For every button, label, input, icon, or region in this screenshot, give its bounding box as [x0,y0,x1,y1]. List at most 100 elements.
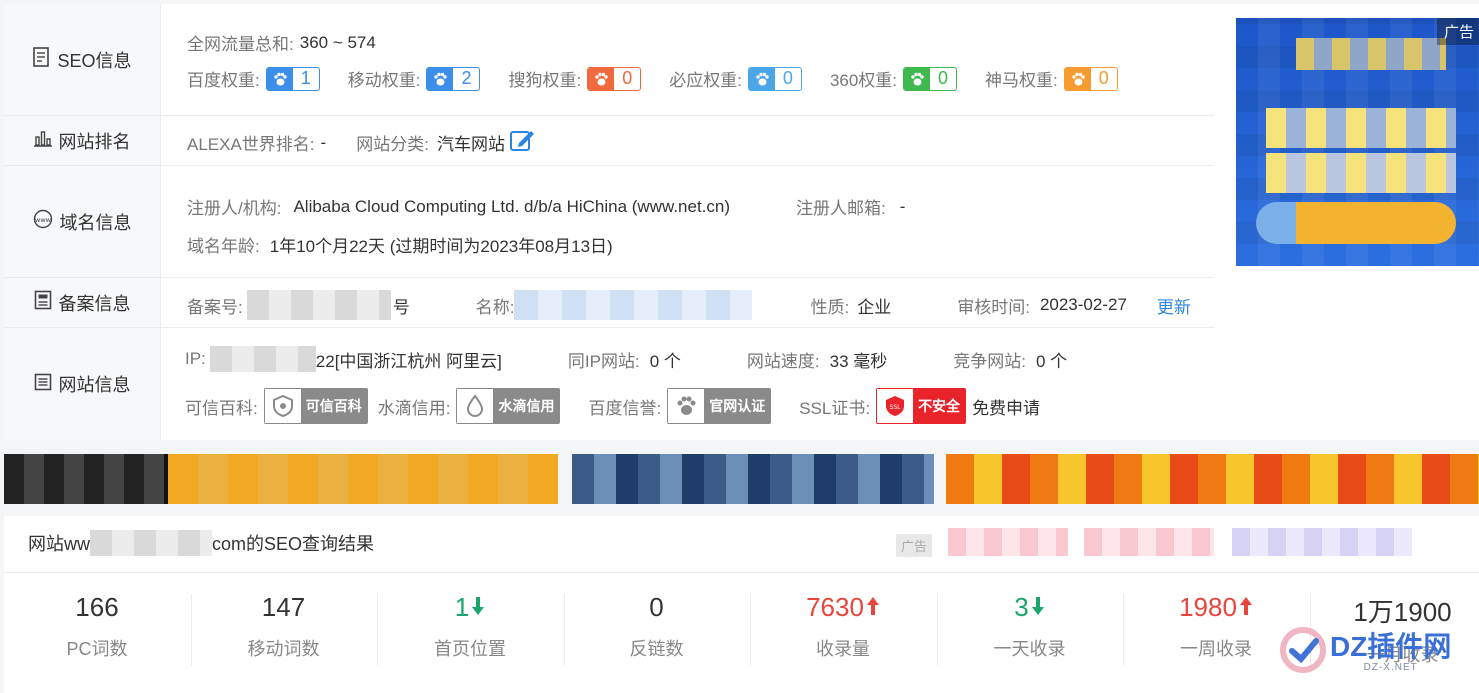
stat-item[interactable]: 7630 收录量 [750,592,936,661]
weights-line: 百度权重: 1 移动权重: 2 搜狗权重: 0 必应权重: 0 360权重: 0 神马权重: 0 [187,66,1118,91]
stat-number: 3 [937,592,1123,623]
registrant-value: Alibaba Cloud Computing Ltd. d/b/a HiChi… [293,196,731,216]
text-ad-label: 广告 [896,534,933,557]
weight-label: 搜狗权重: [508,71,582,90]
bar-chart-icon [33,129,52,152]
side-advertisement[interactable]: 广告 [1236,18,1479,266]
email-label: 注册人邮箱: [796,199,886,218]
stat-divider [750,594,751,666]
shuidi-label: 水滴信用: [377,398,451,418]
arrow-up-icon [866,592,880,623]
icp-name-label: 名称: [475,297,515,317]
paw-icon [266,67,293,90]
age-value: 1年10个月22天 (过期时间为2023年08月13日) [269,237,613,256]
stat-item[interactable]: 147 移动词数 [191,592,377,661]
ip-redacted [209,346,316,372]
weight-value: 0 [782,68,793,88]
registrant-label: 注册人/机构: [187,199,282,218]
sogou-icon [588,67,615,90]
arrow-down-icon [1031,592,1045,623]
stat-value: 3 [1014,592,1029,622]
speed-label: 网站速度: [746,351,820,371]
360-icon [904,67,931,90]
arrow-up-icon [1239,592,1253,623]
edit-icon[interactable] [509,128,535,157]
kexin-badge-text: 可信百科 [305,398,362,414]
weight-badge[interactable]: 2 [426,66,481,91]
rank-title: 网站排名 [58,131,131,152]
stat-label: PC词数 [66,639,128,659]
svg-text:www: www [35,216,52,224]
banner-ad-1[interactable] [4,454,558,504]
weight-value: 0 [1098,68,1109,88]
ad-mosaic-top [1296,38,1446,70]
ad-mosaic-button [1256,202,1456,244]
domain-redacted [90,530,212,556]
stat-item[interactable]: 0 反链数 [564,592,750,661]
text-ad-2[interactable] [1084,528,1214,556]
age-label: 域名年龄: [187,237,260,256]
icp-row: 备案信息 备案号: 号 名称: 性质: 企业 审核时间: 2023-02-27 … [4,278,1214,328]
water-drop-icon [456,388,495,424]
icp-number-suffix: 号 [392,297,410,317]
banner-ad-2[interactable] [572,454,934,504]
shuidi-badge-text: 水滴信用 [498,398,555,414]
ssl-badge-text: 不安全 [918,398,961,414]
baidu-trust-badge-text: 官网认证 [709,398,766,414]
results-divider [4,572,1479,573]
ssl-apply-link[interactable]: 免费申请 [972,394,1040,419]
ad-mosaic-mid [1266,108,1456,148]
stat-item[interactable]: 1 首页位置 [377,592,563,661]
weight-badge[interactable]: 0 [903,66,958,91]
text-ad-1[interactable] [948,528,1068,556]
banner-ad-3[interactable] [946,454,1479,504]
icp-name-redacted [514,290,753,320]
stat-value: 1 [454,592,470,622]
site-info-header: 网站信息 [4,328,161,440]
speed-value: 33 毫秒 [829,351,888,371]
seo-info-row: SEO信息 全网流量总和: 360 ~ 574 百度权重: 1 移动权重: 2 搜狗权重… [4,4,1214,116]
stat-item[interactable]: 3 一天收录 [937,592,1123,661]
stat-item[interactable]: 166 PC词数 [4,592,190,661]
ip-location: 22[中国浙江杭州 阿里云] [315,351,502,371]
shuidi-badge[interactable]: 水滴信用 [456,388,561,424]
update-link[interactable]: 更新 [1157,293,1191,318]
record-icon [34,290,52,315]
stat-value: 1980 [1179,592,1237,622]
stat-label: 反链数 [629,639,684,659]
trust-line: 可信百科: 可信百科 水滴信用: 水滴信用 百度信誉: 官网认证 SSL证书: [185,388,1040,424]
baidu-trust-badge[interactable]: 官网认证 [667,388,772,424]
compete-label: 竞争网站: [953,351,1026,371]
kexin-badge[interactable]: 可信百科 [263,388,368,424]
weight-badge[interactable]: 1 [265,66,320,91]
stat-divider [377,594,378,666]
weight-value: 1 [300,68,311,88]
weight-value: 0 [622,68,633,88]
site-info-title: 网站信息 [58,375,131,395]
traffic-label: 全网流量总和: [187,35,294,54]
document-icon [32,47,50,72]
banner-ad-1-mosaic [4,454,164,504]
site-info-card: SEO信息 全网流量总和: 360 ~ 574 百度权重: 1 移动权重: 2 搜狗权重… [4,4,1479,440]
ssl-badge[interactable]: SSL 不安全 [876,388,967,424]
same-ip-label: 同IP网站: [567,351,640,371]
weight-badge[interactable]: 0 [1063,66,1118,91]
traffic-line: 全网流量总和: 360 ~ 574 [187,30,376,55]
domain-title: 域名信息 [59,212,132,233]
weight-badge[interactable]: 0 [747,66,802,91]
stat-label: 移动词数 [247,639,320,659]
icp-number-label: 备案号: [187,297,243,317]
paw-icon [667,388,706,424]
stat-number: 147 [191,592,377,623]
rank-row: 网站排名 ALEXA世界排名: - 网站分类: 汽车网站 [4,116,1214,166]
seo-results-panel: 网站ww com的SEO查询结果 广告 166 PC词数 147 移动词数 1 首页位置 0… [4,516,1479,693]
stat-number: 0 [564,592,750,623]
stat-divider [936,594,938,666]
results-title: 网站ww com的SEO查询结果 [28,530,374,556]
weight-badge[interactable]: 0 [587,66,642,91]
text-ad-3[interactable] [1232,528,1412,556]
icp-number-redacted [246,290,391,320]
weight-label: 移动权重: [347,71,421,90]
banner-ad-1-fill [168,454,558,504]
weight-label: 百度权重: [187,71,260,90]
